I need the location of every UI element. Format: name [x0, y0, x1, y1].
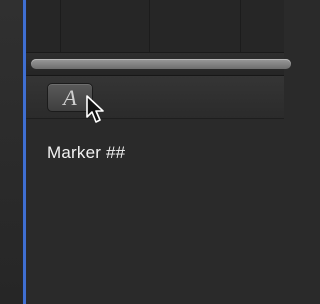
toolbar: A [26, 76, 284, 119]
track-header-edge [0, 0, 23, 304]
text-tool-icon: A [63, 84, 77, 110]
marker-name-text[interactable]: Marker ## [47, 143, 125, 163]
grid-line [149, 0, 150, 52]
horizontal-scrollbar[interactable] [26, 53, 291, 76]
scroll-thumb[interactable] [31, 59, 291, 69]
marker-panel: Marker ## [26, 119, 284, 304]
grid-line [240, 0, 241, 52]
playhead[interactable] [23, 0, 26, 304]
grid-line [60, 0, 61, 52]
mouse-pointer-icon [86, 95, 104, 123]
timeline-area[interactable] [26, 0, 284, 53]
